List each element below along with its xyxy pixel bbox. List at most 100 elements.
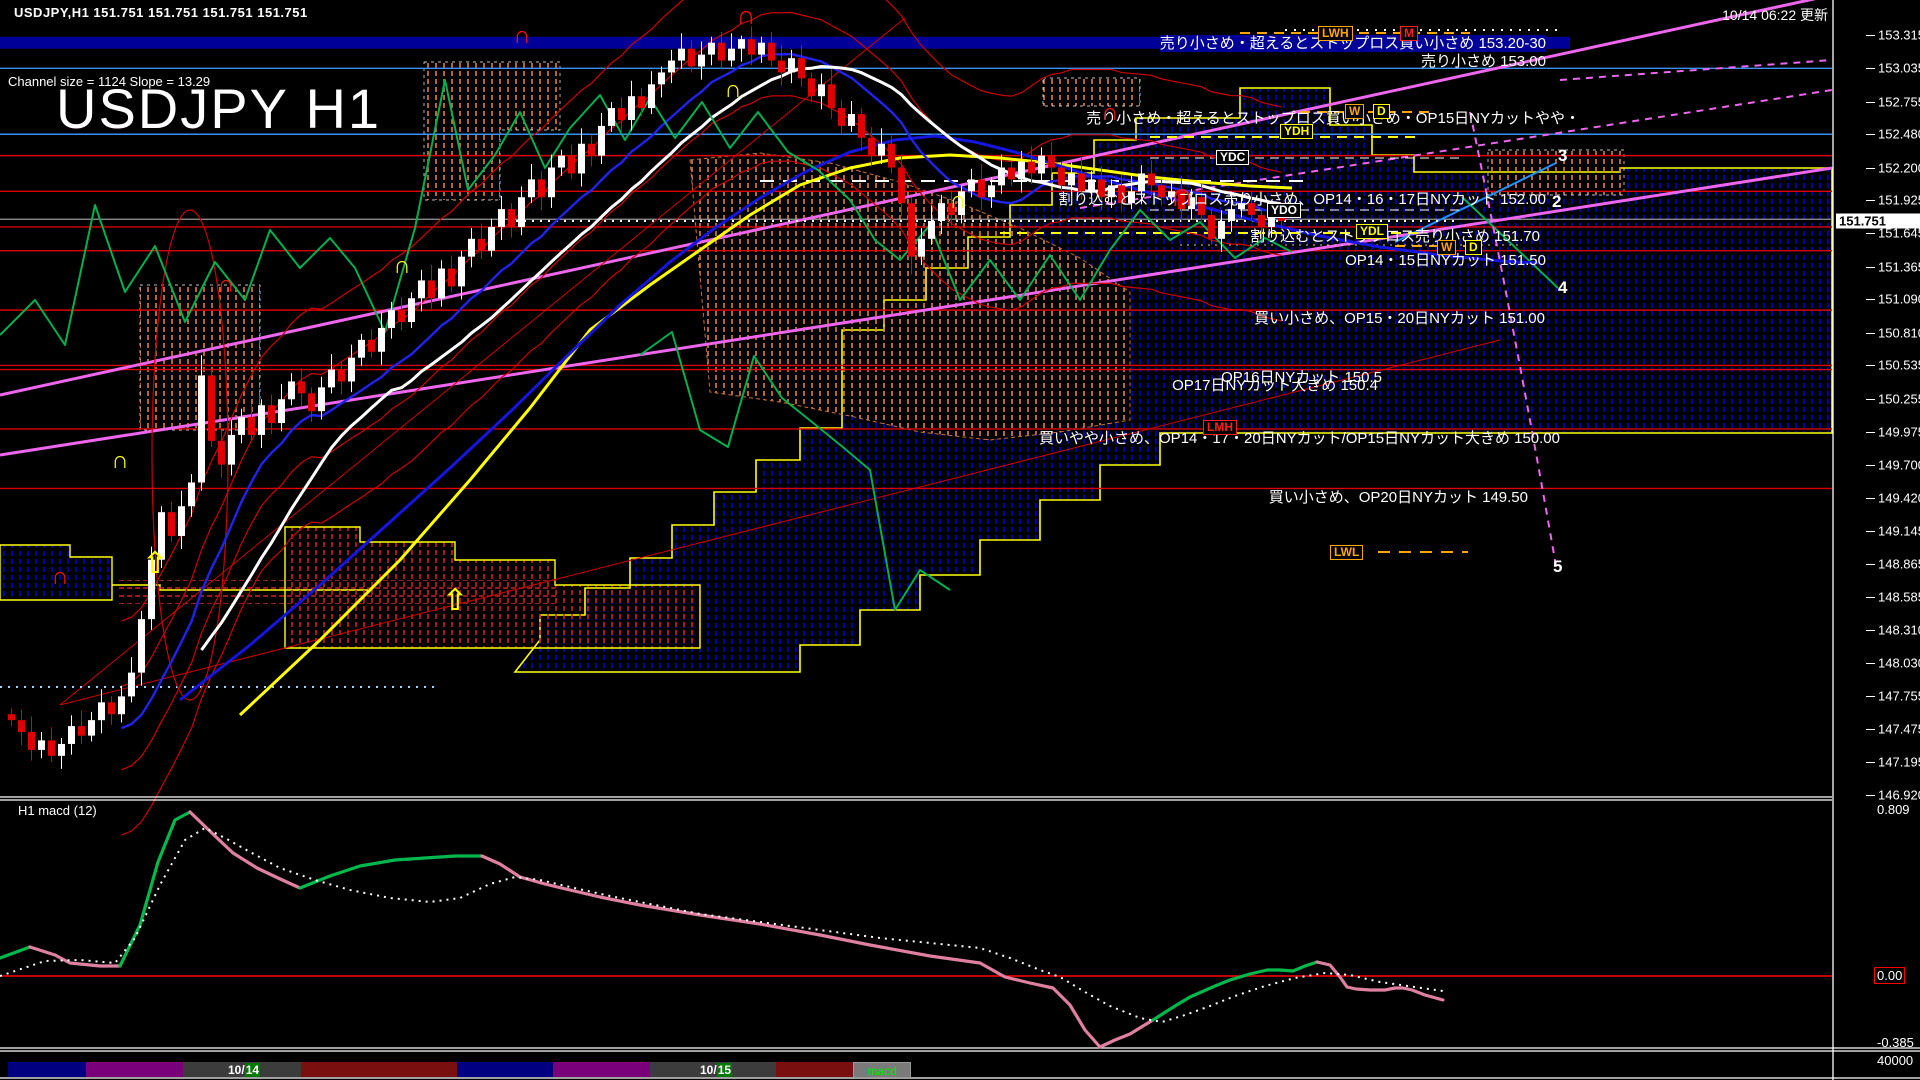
- price-axis-tick: [1866, 498, 1875, 499]
- price-annotation: 売り小さめ・超えるとストップロス買い小さめ 153.20-30: [1160, 35, 1546, 52]
- price-axis-tick: [1866, 663, 1875, 664]
- price-axis-tick: [1866, 729, 1875, 730]
- price-axis-tick: [1866, 35, 1875, 36]
- macd-low-value: -0.385: [1877, 1035, 1914, 1050]
- price-axis-label: 150.255: [1878, 391, 1920, 406]
- price-axis-tick: [1866, 200, 1875, 201]
- wave-count-5: 5: [1553, 557, 1562, 577]
- orange-dot-patch: [1043, 78, 1140, 106]
- macd-main-line: [30, 947, 120, 966]
- reversal-marker-icon: ∩: [737, 2, 756, 28]
- level-label-ydh: YDH: [1280, 124, 1313, 139]
- last-updated-timestamp: 10/14 06:22 更新: [1722, 5, 1828, 25]
- price-axis-tick: [1866, 267, 1875, 268]
- macd-main-line: [1153, 962, 1317, 1020]
- price-axis-label: 152.755: [1878, 94, 1920, 109]
- price-axis-label: 147.475: [1878, 722, 1920, 737]
- arrow-up-marker-icon: ⇧: [142, 549, 167, 579]
- price-axis-label: 147.195: [1878, 755, 1920, 770]
- price-axis-tick: [1866, 597, 1875, 598]
- price-annotation: OP17日NYカット大きめ 150.4: [1172, 377, 1378, 394]
- price-axis-tick: [1866, 564, 1875, 565]
- reversal-marker-icon: ∩: [724, 78, 741, 102]
- macd-main-line: [0, 947, 30, 958]
- current-price-tag: 151.751: [1836, 214, 1920, 229]
- price-axis-label: 148.865: [1878, 556, 1920, 571]
- reversal-marker-icon: ∩: [513, 24, 530, 48]
- price-annotation: 買い小さめ、OP20日NYカット 149.50: [1269, 489, 1528, 506]
- price-axis-tick: [1866, 630, 1875, 631]
- price-axis-tick: [1866, 696, 1875, 697]
- reversal-marker-icon: ∩: [217, 273, 234, 297]
- reversal-marker-icon: ∩: [111, 449, 128, 473]
- reversal-marker-icon: ∩: [1101, 101, 1118, 125]
- price-axis-tick: [1866, 432, 1875, 433]
- session-date-day: 15: [717, 1063, 732, 1077]
- price-axis-tick: [1866, 399, 1875, 400]
- wave-count-4: 4: [1558, 278, 1567, 298]
- level-label-ydo: YDO: [1267, 203, 1301, 218]
- macd-signal-line: [0, 828, 1443, 1022]
- session-bar-segment: [457, 1062, 553, 1077]
- price-axis-label: 149.145: [1878, 523, 1920, 538]
- wave-count-2: 2: [1552, 192, 1561, 212]
- macd-high-value: 0.809: [1877, 802, 1910, 817]
- price-axis-label: 153.035: [1878, 61, 1920, 76]
- price-axis-tick: [1866, 102, 1875, 103]
- red-hatch-band: [118, 580, 558, 604]
- price-axis-tick: [1866, 168, 1875, 169]
- session-date-label: 10/14: [228, 1063, 260, 1077]
- price-axis-label: 149.420: [1878, 490, 1920, 505]
- macd-main-line: [482, 856, 1153, 1047]
- level-label-w: W: [1437, 240, 1456, 255]
- arrow-up-marker-icon: ⇧: [442, 586, 467, 616]
- price-axis-tick: [1866, 365, 1875, 366]
- price-axis-tick: [1866, 795, 1875, 796]
- price-axis-label: 148.030: [1878, 656, 1920, 671]
- macd-indicator-title: H1 macd (12): [18, 803, 97, 818]
- price-axis-label: 152.200: [1878, 160, 1920, 175]
- level-label-m: M: [1400, 26, 1418, 41]
- dashed-level-line: [1560, 60, 1832, 80]
- level-label-d: D: [1373, 104, 1390, 119]
- price-axis-label: 151.090: [1878, 292, 1920, 307]
- macd-main-line: [190, 812, 300, 888]
- reversal-marker-icon: ∩: [949, 189, 966, 213]
- price-axis-label: 152.480: [1878, 127, 1920, 142]
- price-axis-label: 151.365: [1878, 259, 1920, 274]
- price-axis-tick: [1866, 762, 1875, 763]
- price-axis-tick: [1866, 299, 1875, 300]
- price-axis-tick: [1866, 333, 1875, 334]
- symbol-ohlc-title: USDJPY,H1 151.751 151.751 151.751 151.75…: [14, 5, 308, 20]
- price-axis-label: 153.315: [1878, 28, 1920, 43]
- volume-scale-label: 40000: [1877, 1053, 1913, 1068]
- price-axis-tick: [1866, 531, 1875, 532]
- session-bar-segment: [8, 1062, 86, 1077]
- macd-main-line: [120, 812, 190, 966]
- price-annotation: 売り小さめ 153.00: [1421, 53, 1546, 70]
- level-label-lwl: LWL: [1330, 545, 1363, 560]
- price-axis-label: 150.810: [1878, 325, 1920, 340]
- level-label-lwh: LWH: [1318, 26, 1353, 41]
- price-annotation: 買いやや小さめ、OP14・17・20日NYカット/OP15日NYカット大きめ 1…: [1039, 430, 1560, 447]
- price-annotation: 割り込むとストップロス売り小さめ、OP14・16・17日NYカット 152.00: [1058, 191, 1546, 208]
- price-axis-tick: [1866, 134, 1875, 135]
- macd-main-line: [300, 856, 482, 888]
- wave-count-3: 3: [1558, 146, 1567, 166]
- price-axis-label: 147.755: [1878, 688, 1920, 703]
- price-axis-label: 148.310: [1878, 622, 1920, 637]
- session-bar-segment: [301, 1062, 457, 1077]
- session-bar-segment: [86, 1062, 183, 1077]
- orange-dot-patch: [1488, 150, 1624, 195]
- price-axis-label: 150.535: [1878, 358, 1920, 373]
- session-date-prefix: 10/: [700, 1063, 717, 1077]
- level-label-d: D: [1465, 240, 1482, 255]
- macd-zero-tag: 0.00: [1874, 967, 1905, 984]
- price-axis-tick: [1866, 68, 1875, 69]
- price-axis-tick: [1866, 233, 1875, 234]
- macd-toggle-button[interactable]: macd ON: [853, 1062, 911, 1078]
- price-annotation: 割り込むとストップロス売り小さめ 151.70: [1250, 228, 1540, 245]
- price-axis-tick: [1866, 465, 1875, 466]
- session-bar-segment: [553, 1062, 650, 1077]
- level-label-ydc: YDC: [1216, 150, 1249, 165]
